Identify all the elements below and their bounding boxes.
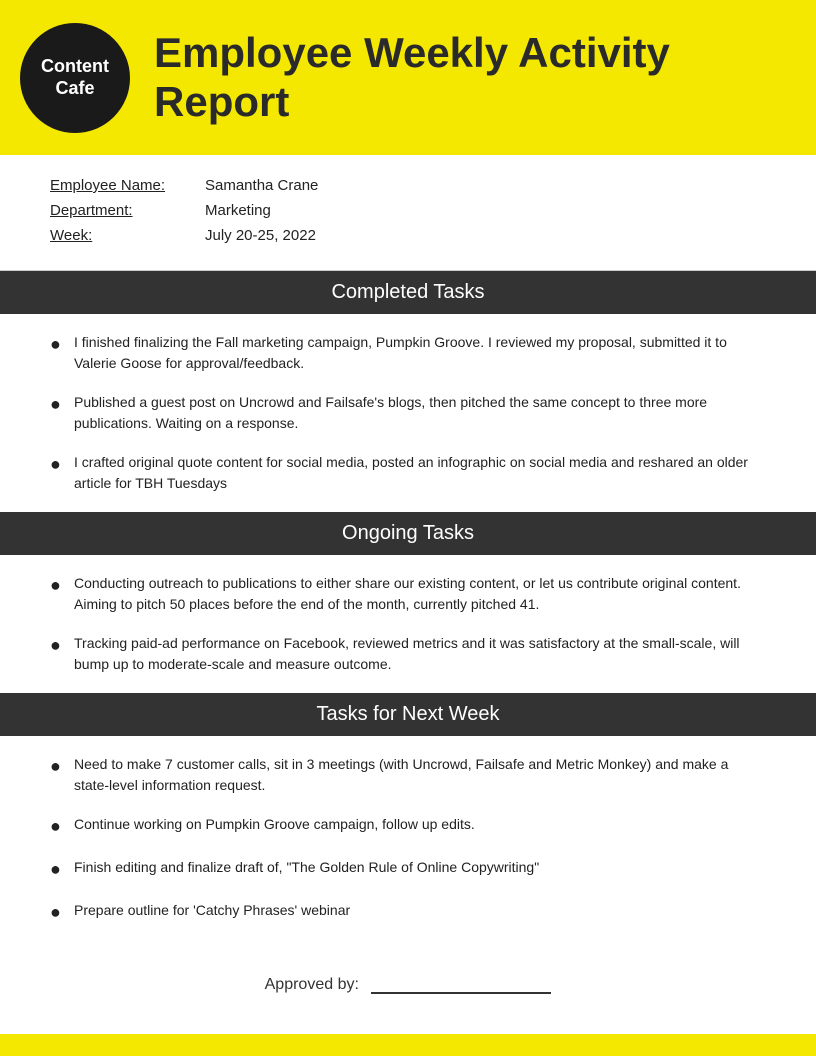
list-item-text: Continue working on Pumpkin Groove campa…: [74, 814, 475, 835]
bullet-icon: ●: [50, 754, 70, 779]
list-item-text: Need to make 7 customer calls, sit in 3 …: [74, 754, 766, 796]
approved-line: [371, 974, 551, 994]
list-item-text: Conducting outreach to publications to e…: [74, 573, 766, 615]
employee-name-label: Employee Name:: [50, 177, 205, 194]
week-value: July 20-25, 2022: [205, 227, 316, 244]
bullet-icon: ●: [50, 900, 70, 925]
list-item-text: Published a guest post on Uncrowd and Fa…: [74, 392, 766, 434]
bullet-icon: ●: [50, 332, 70, 357]
company-logo: ContentCafe: [20, 23, 130, 133]
employee-name-value: Samantha Crane: [205, 177, 318, 194]
approved-section: Approved by:: [0, 944, 816, 1034]
bullet-icon: ●: [50, 392, 70, 417]
list-item: ●Published a guest post on Uncrowd and F…: [50, 392, 766, 434]
week-row: Week: July 20-25, 2022: [50, 227, 766, 244]
page-header: ContentCafe Employee Weekly Activity Rep…: [0, 0, 816, 155]
department-label: Department:: [50, 202, 205, 219]
bottom-yellow-bar: [0, 1034, 816, 1056]
employee-info-section: Employee Name: Samantha Crane Department…: [0, 155, 816, 271]
employee-name-row: Employee Name: Samantha Crane: [50, 177, 766, 194]
list-item-text: I crafted original quote content for soc…: [74, 452, 766, 494]
completed-tasks-header: Completed Tasks: [0, 271, 816, 314]
list-item-text: I finished finalizing the Fall marketing…: [74, 332, 766, 374]
ongoing-tasks-header: Ongoing Tasks: [0, 512, 816, 555]
week-label: Week:: [50, 227, 205, 244]
list-item-text: Tracking paid-ad performance on Facebook…: [74, 633, 766, 675]
department-value: Marketing: [205, 202, 271, 219]
bullet-icon: ●: [50, 452, 70, 477]
list-item: ●Continue working on Pumpkin Groove camp…: [50, 814, 766, 839]
list-item-text: Prepare outline for 'Catchy Phrases' web…: [74, 900, 350, 921]
bullet-icon: ●: [50, 573, 70, 598]
list-item: ●Need to make 7 customer calls, sit in 3…: [50, 754, 766, 796]
list-item: ●Finish editing and finalize draft of, "…: [50, 857, 766, 882]
bullet-icon: ●: [50, 633, 70, 658]
list-item: ●I crafted original quote content for so…: [50, 452, 766, 494]
completed-tasks-list: ●I finished finalizing the Fall marketin…: [0, 314, 816, 512]
logo-text: ContentCafe: [41, 56, 109, 99]
list-item: ●Prepare outline for 'Catchy Phrases' we…: [50, 900, 766, 925]
department-row: Department: Marketing: [50, 202, 766, 219]
list-item-text: Finish editing and finalize draft of, "T…: [74, 857, 539, 878]
list-item: ●Tracking paid-ad performance on Faceboo…: [50, 633, 766, 675]
bullet-icon: ●: [50, 857, 70, 882]
list-item: ●Conducting outreach to publications to …: [50, 573, 766, 615]
approved-label: Approved by:: [265, 976, 359, 993]
report-title: Employee Weekly Activity Report: [154, 29, 786, 126]
ongoing-tasks-list: ●Conducting outreach to publications to …: [0, 555, 816, 693]
bullet-icon: ●: [50, 814, 70, 839]
list-item: ●I finished finalizing the Fall marketin…: [50, 332, 766, 374]
next-week-tasks-list: ●Need to make 7 customer calls, sit in 3…: [0, 736, 816, 944]
next-week-tasks-header: Tasks for Next Week: [0, 693, 816, 736]
